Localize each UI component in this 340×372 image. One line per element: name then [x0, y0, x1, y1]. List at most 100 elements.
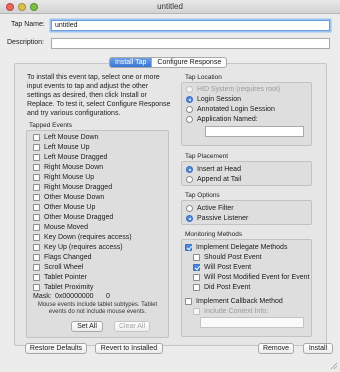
- event-right-mouse-dragged-label: Right Mouse Dragged: [44, 183, 113, 191]
- event-scroll-wheel-checkbox[interactable]: [33, 263, 40, 271]
- placement-append-at-tail-row[interactable]: Append at Tail: [186, 174, 310, 184]
- event-key-up-requires-access-checkbox[interactable]: [33, 243, 40, 251]
- location-login-session-label: Login Session: [197, 95, 241, 103]
- intro-text: To install this event tap, select one or…: [27, 74, 171, 117]
- restore-defaults-button[interactable]: Restore Defaults: [25, 343, 87, 354]
- tapped-events-list: Left Mouse Down Left Mouse Up Left Mouse D…: [33, 132, 167, 292]
- event-tablet-proximity-label: Tablet Proximity: [44, 283, 94, 291]
- event-other-mouse-down-checkbox[interactable]: [33, 193, 40, 201]
- delegate-will-post-event-row[interactable]: Will Post Event: [193, 262, 311, 272]
- event-key-down-requires-access-checkbox[interactable]: [33, 233, 40, 241]
- description-field[interactable]: [51, 38, 330, 49]
- placement-append-at-tail-radio[interactable]: [186, 175, 193, 183]
- location-application-named-radio[interactable]: [186, 115, 193, 123]
- event-tablet-pointer-row[interactable]: Tablet Pointer: [33, 272, 167, 282]
- location-annotated-login-session-row[interactable]: Annotated Login Session: [186, 104, 310, 114]
- monitoring-title: Monitoring Methods: [185, 231, 243, 238]
- option-passive-listener-radio[interactable]: [186, 214, 193, 222]
- mask-label: Mask:: [33, 293, 52, 300]
- placement-insert-at-head-radio[interactable]: [186, 165, 193, 173]
- event-scroll-wheel-label: Scroll Wheel: [44, 263, 84, 271]
- event-right-mouse-down-row[interactable]: Right Mouse Down: [33, 162, 167, 172]
- include-context-checkbox[interactable]: [193, 307, 200, 315]
- implement-delegate-checkbox[interactable]: [185, 243, 192, 251]
- delegate-will-post-modified-event-for-event-row[interactable]: Will Post Modified Event for Event: [193, 272, 311, 282]
- install-button[interactable]: Install: [303, 343, 333, 354]
- event-left-mouse-dragged-checkbox[interactable]: [33, 153, 40, 161]
- context-info-field[interactable]: [200, 317, 304, 328]
- delegate-did-post-event-checkbox[interactable]: [193, 283, 200, 291]
- resize-grip-icon[interactable]: [330, 362, 338, 370]
- event-right-mouse-dragged-checkbox[interactable]: [33, 183, 40, 191]
- event-right-mouse-up-checkbox[interactable]: [33, 173, 40, 181]
- event-other-mouse-dragged-row[interactable]: Other Mouse Dragged: [33, 212, 167, 222]
- delegate-should-post-event-row[interactable]: Should Post Event: [193, 252, 311, 262]
- location-application-named-label: Application Named:: [197, 115, 258, 123]
- event-left-mouse-down-checkbox[interactable]: [33, 133, 40, 141]
- implement-delegate-row[interactable]: Implement Delegate Methods: [185, 242, 311, 252]
- location-application-named-row[interactable]: Application Named:: [186, 114, 310, 124]
- event-left-mouse-down-row[interactable]: Left Mouse Down: [33, 132, 167, 142]
- option-passive-listener-label: Passive Listener: [197, 214, 249, 222]
- delegate-should-post-event-label: Should Post Event: [204, 253, 262, 261]
- event-mouse-moved-checkbox[interactable]: [33, 223, 40, 231]
- event-tablet-pointer-checkbox[interactable]: [33, 273, 40, 281]
- event-other-mouse-up-checkbox[interactable]: [33, 203, 40, 211]
- monitoring-list: Implement Delegate Methods Should Post E…: [185, 242, 311, 316]
- event-left-mouse-dragged-row[interactable]: Left Mouse Dragged: [33, 152, 167, 162]
- implement-callback-row[interactable]: Implement Callback Method: [185, 296, 311, 306]
- option-active-filter-radio[interactable]: [186, 204, 193, 212]
- location-hid-system-requires-root-row[interactable]: HID System (requires root): [186, 84, 310, 94]
- event-right-mouse-up-row[interactable]: Right Mouse Up: [33, 172, 167, 182]
- event-flags-changed-checkbox[interactable]: [33, 253, 40, 261]
- event-flags-changed-row[interactable]: Flags Changed: [33, 252, 167, 262]
- event-tablet-proximity-checkbox[interactable]: [33, 283, 40, 291]
- event-scroll-wheel-row[interactable]: Scroll Wheel: [33, 262, 167, 272]
- tap-location-title: Tap Location: [185, 74, 222, 81]
- location-hid-system-requires-root-radio[interactable]: [186, 85, 193, 93]
- event-key-up-requires-access-row[interactable]: Key Up (requires access): [33, 242, 167, 252]
- delegate-will-post-modified-event-for-event-checkbox[interactable]: [193, 273, 200, 281]
- placement-append-at-tail-label: Append at Tail: [197, 175, 242, 183]
- event-other-mouse-up-row[interactable]: Other Mouse Up: [33, 202, 167, 212]
- clear-all-button[interactable]: Clear All: [114, 321, 150, 332]
- event-right-mouse-down-checkbox[interactable]: [33, 163, 40, 171]
- event-left-mouse-up-label: Left Mouse Up: [44, 143, 90, 151]
- set-all-button[interactable]: Set All: [71, 321, 103, 332]
- tap-placement-options: Insert at Head Append at Tail: [186, 164, 310, 184]
- location-annotated-login-session-radio[interactable]: [186, 105, 193, 113]
- option-passive-listener-row[interactable]: Passive Listener: [186, 213, 310, 223]
- tab-install-tap[interactable]: Install Tap: [110, 58, 153, 67]
- remove-button[interactable]: Remove: [258, 343, 294, 354]
- mask-value: 0x00000000: [55, 293, 94, 300]
- tab-configure-response[interactable]: Configure Response: [152, 58, 226, 67]
- placement-insert-at-head-row[interactable]: Insert at Head: [186, 164, 310, 174]
- events-note: Mouse events include tablet subtypes. Ta…: [37, 302, 158, 315]
- delegate-will-post-event-label: Will Post Event: [204, 263, 252, 271]
- revert-to-installed-button[interactable]: Revert to Installed: [95, 343, 163, 354]
- location-login-session-row[interactable]: Login Session: [186, 94, 310, 104]
- implement-callback-checkbox[interactable]: [185, 297, 192, 305]
- event-left-mouse-up-checkbox[interactable]: [33, 143, 40, 151]
- event-left-mouse-up-row[interactable]: Left Mouse Up: [33, 142, 167, 152]
- description-label: Description:: [7, 39, 44, 46]
- delegate-did-post-event-label: Did Post Event: [204, 283, 251, 291]
- event-tablet-proximity-row[interactable]: Tablet Proximity: [33, 282, 167, 292]
- include-context-row[interactable]: Include Context Info:: [185, 306, 311, 316]
- delegate-will-post-modified-event-for-event-label: Will Post Modified Event for Event: [204, 273, 310, 281]
- option-active-filter-row[interactable]: Active Filter: [186, 203, 310, 213]
- location-annotated-login-session-label: Annotated Login Session: [197, 105, 275, 113]
- application-name-field[interactable]: [205, 126, 304, 137]
- event-other-mouse-dragged-checkbox[interactable]: [33, 213, 40, 221]
- event-other-mouse-down-row[interactable]: Other Mouse Down: [33, 192, 167, 202]
- location-login-session-radio[interactable]: [186, 95, 193, 103]
- event-right-mouse-dragged-row[interactable]: Right Mouse Dragged: [33, 182, 167, 192]
- delegate-did-post-event-row[interactable]: Did Post Event: [193, 282, 311, 292]
- event-key-down-requires-access-row[interactable]: Key Down (requires access): [33, 232, 167, 242]
- option-active-filter-label: Active Filter: [197, 204, 234, 212]
- event-mouse-moved-row[interactable]: Mouse Moved: [33, 222, 167, 232]
- delegate-should-post-event-checkbox[interactable]: [193, 253, 200, 261]
- tap-name-field[interactable]: untitled: [51, 20, 330, 31]
- include-context-label: Include Context Info:: [204, 307, 269, 315]
- delegate-will-post-event-checkbox[interactable]: [193, 263, 200, 271]
